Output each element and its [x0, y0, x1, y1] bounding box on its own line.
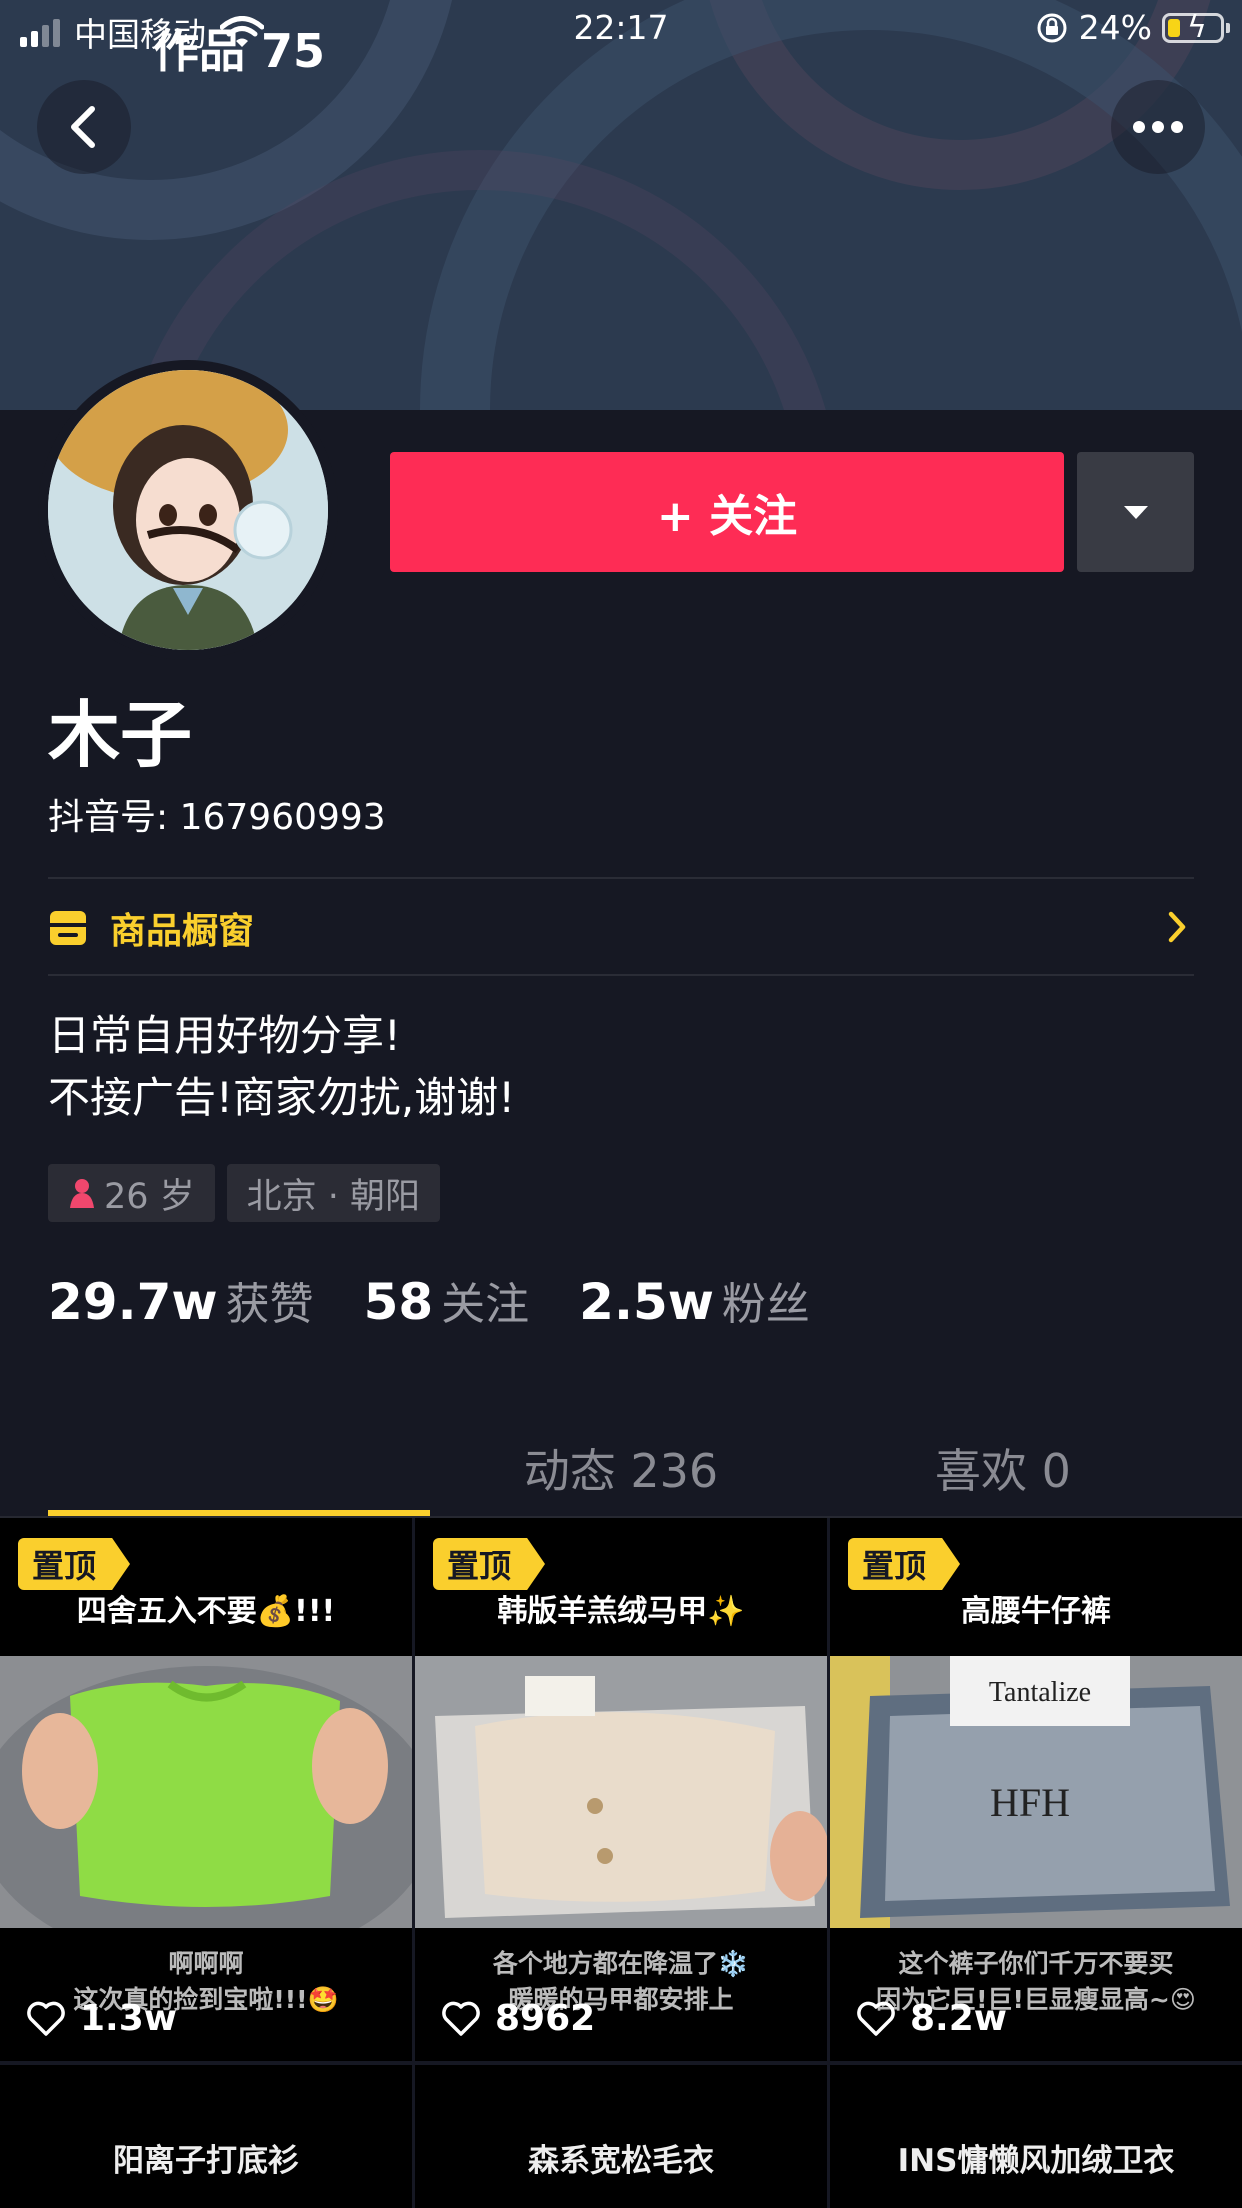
battery-percent: 24% — [1078, 8, 1152, 47]
video-likes-count: 8.2w — [910, 1998, 1008, 2039]
caption-line: 各个地方都在降温了❄️ — [492, 1949, 750, 1978]
video-likes-count: 8962 — [495, 1998, 596, 2039]
profile-name: 木子 — [48, 693, 193, 777]
caption-line: 这个裤子你们千万不要买 — [898, 1949, 1174, 1978]
heart-icon — [442, 2001, 480, 2036]
divider — [48, 974, 1194, 976]
triangle-down-icon — [1123, 506, 1148, 519]
video-top-caption: 高腰牛仔裤 — [961, 1594, 1111, 1629]
likes-label: 获赞 — [225, 1279, 314, 1330]
video-top-caption: 森系宽松毛衣 — [528, 2143, 714, 2179]
location-tag: 北京 · 朝阳 — [226, 1164, 441, 1222]
video-tile[interactable]: 阳离子打底衫 — [0, 2065, 412, 2208]
tab-activity[interactable]: 动态 236 — [430, 1420, 812, 1516]
divider — [48, 877, 1194, 879]
caption-line: 啊啊啊 — [168, 1949, 244, 1978]
bio-line: 不接广告!商家勿扰,谢谢! — [48, 1073, 516, 1122]
tab-liked[interactable]: 喜欢 0 — [812, 1420, 1194, 1516]
chevron-left-icon — [71, 106, 95, 148]
chevron-right-icon — [1168, 911, 1186, 943]
profile-tags: 26 岁 北京 · 朝阳 — [48, 1164, 441, 1222]
avatar[interactable] — [38, 360, 338, 660]
video-top-caption: 韩版羊羔绒马甲✨ — [497, 1594, 745, 1629]
likes-count: 29.7w — [48, 1273, 218, 1331]
bio: 日常自用好物分享! 不接广告!商家勿扰,谢谢! — [48, 1005, 515, 1129]
pinned-badge: 置顶 — [433, 1538, 546, 1590]
douyin-id[interactable]: 抖音号: 167960993 — [48, 795, 386, 841]
video-likes: 1.3w — [26, 1998, 177, 2039]
heart-icon — [27, 2001, 65, 2036]
video-top-caption: INS慵懒风加绒卫衣 — [897, 2143, 1175, 2179]
video-tile[interactable]: INS慵懒风加绒卫衣 — [830, 2065, 1242, 2208]
video-grid: 四舍五入不要💰!!! 啊啊啊 这次真的捡到宝啦!!!🤩 置顶 1.3w 韩版羊羔… — [0, 1518, 1242, 2208]
followers-stat[interactable]: 2.5w 粉丝 — [579, 1268, 810, 1332]
follow-button[interactable]: + 关注 — [390, 452, 1064, 572]
following-count: 58 — [363, 1273, 434, 1331]
profile-stats: 29.7w 获赞 58 关注 2.5w 粉丝 — [48, 1268, 860, 1332]
video-top-caption: 阳离子打底衫 — [113, 2143, 299, 2179]
orientation-lock-icon — [1037, 13, 1067, 42]
shop-window-row[interactable]: 商品橱窗 — [48, 880, 1194, 976]
tab-works[interactable]: 作品 75 — [48, 0, 430, 96]
video-tile[interactable]: 高腰牛仔裤 Tantalize HFH 这个裤子你们千万不要买 因为它巨!巨!巨… — [830, 1518, 1242, 2061]
battery-icon: ϟ — [1162, 10, 1230, 44]
video-likes-count: 1.3w — [80, 1998, 178, 2039]
video-tile[interactable]: 韩版羊羔绒马甲✨ 各个地方都在降温了❄️ 暖暖的马甲都安排上 置顶 8962 — [415, 1518, 827, 2061]
followers-count: 2.5w — [579, 1273, 714, 1331]
ellipsis-icon — [1133, 121, 1183, 133]
followers-label: 粉丝 — [721, 1279, 810, 1330]
likes-stat[interactable]: 29.7w 获赞 — [48, 1268, 314, 1332]
video-thumbnail: Tantalize HFH — [830, 1656, 1242, 1928]
following-label: 关注 — [441, 1279, 530, 1330]
pinned-badge: 置顶 — [848, 1538, 961, 1590]
video-thumbnail — [0, 1656, 412, 1928]
age-tag: 26 岁 — [48, 1164, 215, 1222]
female-icon — [70, 1179, 94, 1208]
video-tile[interactable]: 四舍五入不要💰!!! 啊啊啊 这次真的捡到宝啦!!!🤩 置顶 1.3w — [0, 1518, 412, 2061]
video-tile[interactable]: 森系宽松毛衣 — [415, 2065, 827, 2208]
following-stat[interactable]: 58 关注 — [364, 1268, 530, 1332]
location-label: 北京 · 朝阳 — [246, 1176, 421, 1217]
shop-icon — [50, 911, 86, 945]
pinned-badge: 置顶 — [18, 1538, 131, 1590]
video-top-caption: 四舍五入不要💰!!! — [76, 1594, 336, 1629]
video-thumbnail — [415, 1656, 827, 1928]
recommend-dropdown-button[interactable] — [1077, 452, 1194, 572]
svg-text:Tantalize: Tantalize — [989, 1677, 1091, 1708]
heart-icon — [857, 2001, 895, 2036]
avatar-illustration — [48, 370, 328, 650]
profile-page: 中国移动 22:17 24% ϟ + 关注 木子 抖音号: 167960993 … — [0, 0, 1242, 2208]
bio-line: 日常自用好物分享! — [48, 1011, 401, 1060]
age-label: 26 岁 — [104, 1176, 195, 1217]
video-likes: 8962 — [441, 1998, 595, 2039]
shop-window-label: 商品橱窗 — [110, 911, 255, 952]
svg-text:HFH: HFH — [990, 1780, 1070, 1825]
video-likes: 8.2w — [856, 1998, 1007, 2039]
more-button[interactable] — [1111, 80, 1205, 174]
